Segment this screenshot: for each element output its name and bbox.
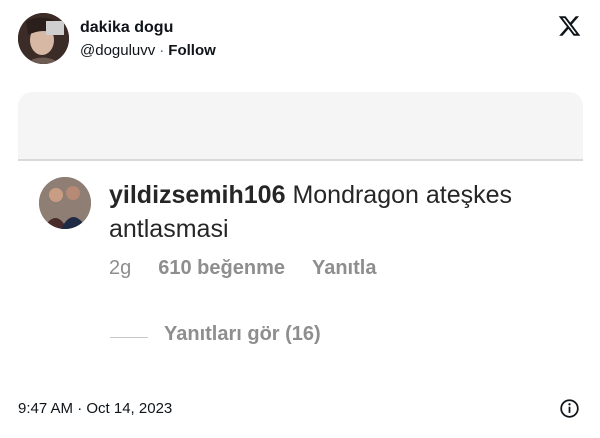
comment-reply-label: Yanıtla <box>311 257 377 279</box>
media-divider <box>18 159 583 161</box>
info-icon[interactable] <box>559 398 580 419</box>
user-handle[interactable]: @doguluvv <box>80 42 155 59</box>
x-logo-icon[interactable] <box>557 14 582 38</box>
comment-avatar <box>39 177 91 229</box>
follow-button[interactable]: Follow <box>168 42 216 59</box>
comment-text: yildizsemih106 Mondragon ateşkes antlasm… <box>109 178 569 246</box>
avatar[interactable] <box>18 13 69 64</box>
comment-meta: 2g 610 beğenme Yanıtla <box>109 257 403 280</box>
comment-age: 2g <box>109 257 132 279</box>
avatar-photo <box>18 13 69 64</box>
display-name[interactable]: dakika dogu <box>80 19 173 37</box>
handle-row: @doguluvv · Follow <box>80 42 216 59</box>
media-top-area <box>18 92 583 159</box>
replies-divider <box>110 337 148 338</box>
separator-dot: · <box>159 42 165 59</box>
comment-avatar-photo <box>39 177 91 229</box>
tweet-header: dakika dogu @doguluvv · Follow <box>0 0 600 80</box>
tweet-timestamp[interactable]: 9:47 AM · Oct 14, 2023 <box>18 400 172 417</box>
comment-likes: 610 beğenme <box>158 257 285 279</box>
comment-username: yildizsemih106 <box>109 181 286 209</box>
tweet-media-image[interactable]: yildizsemih106 Mondragon ateşkes antlasm… <box>18 92 583 384</box>
view-replies-label: Yanıtları gör (16) <box>164 323 321 345</box>
